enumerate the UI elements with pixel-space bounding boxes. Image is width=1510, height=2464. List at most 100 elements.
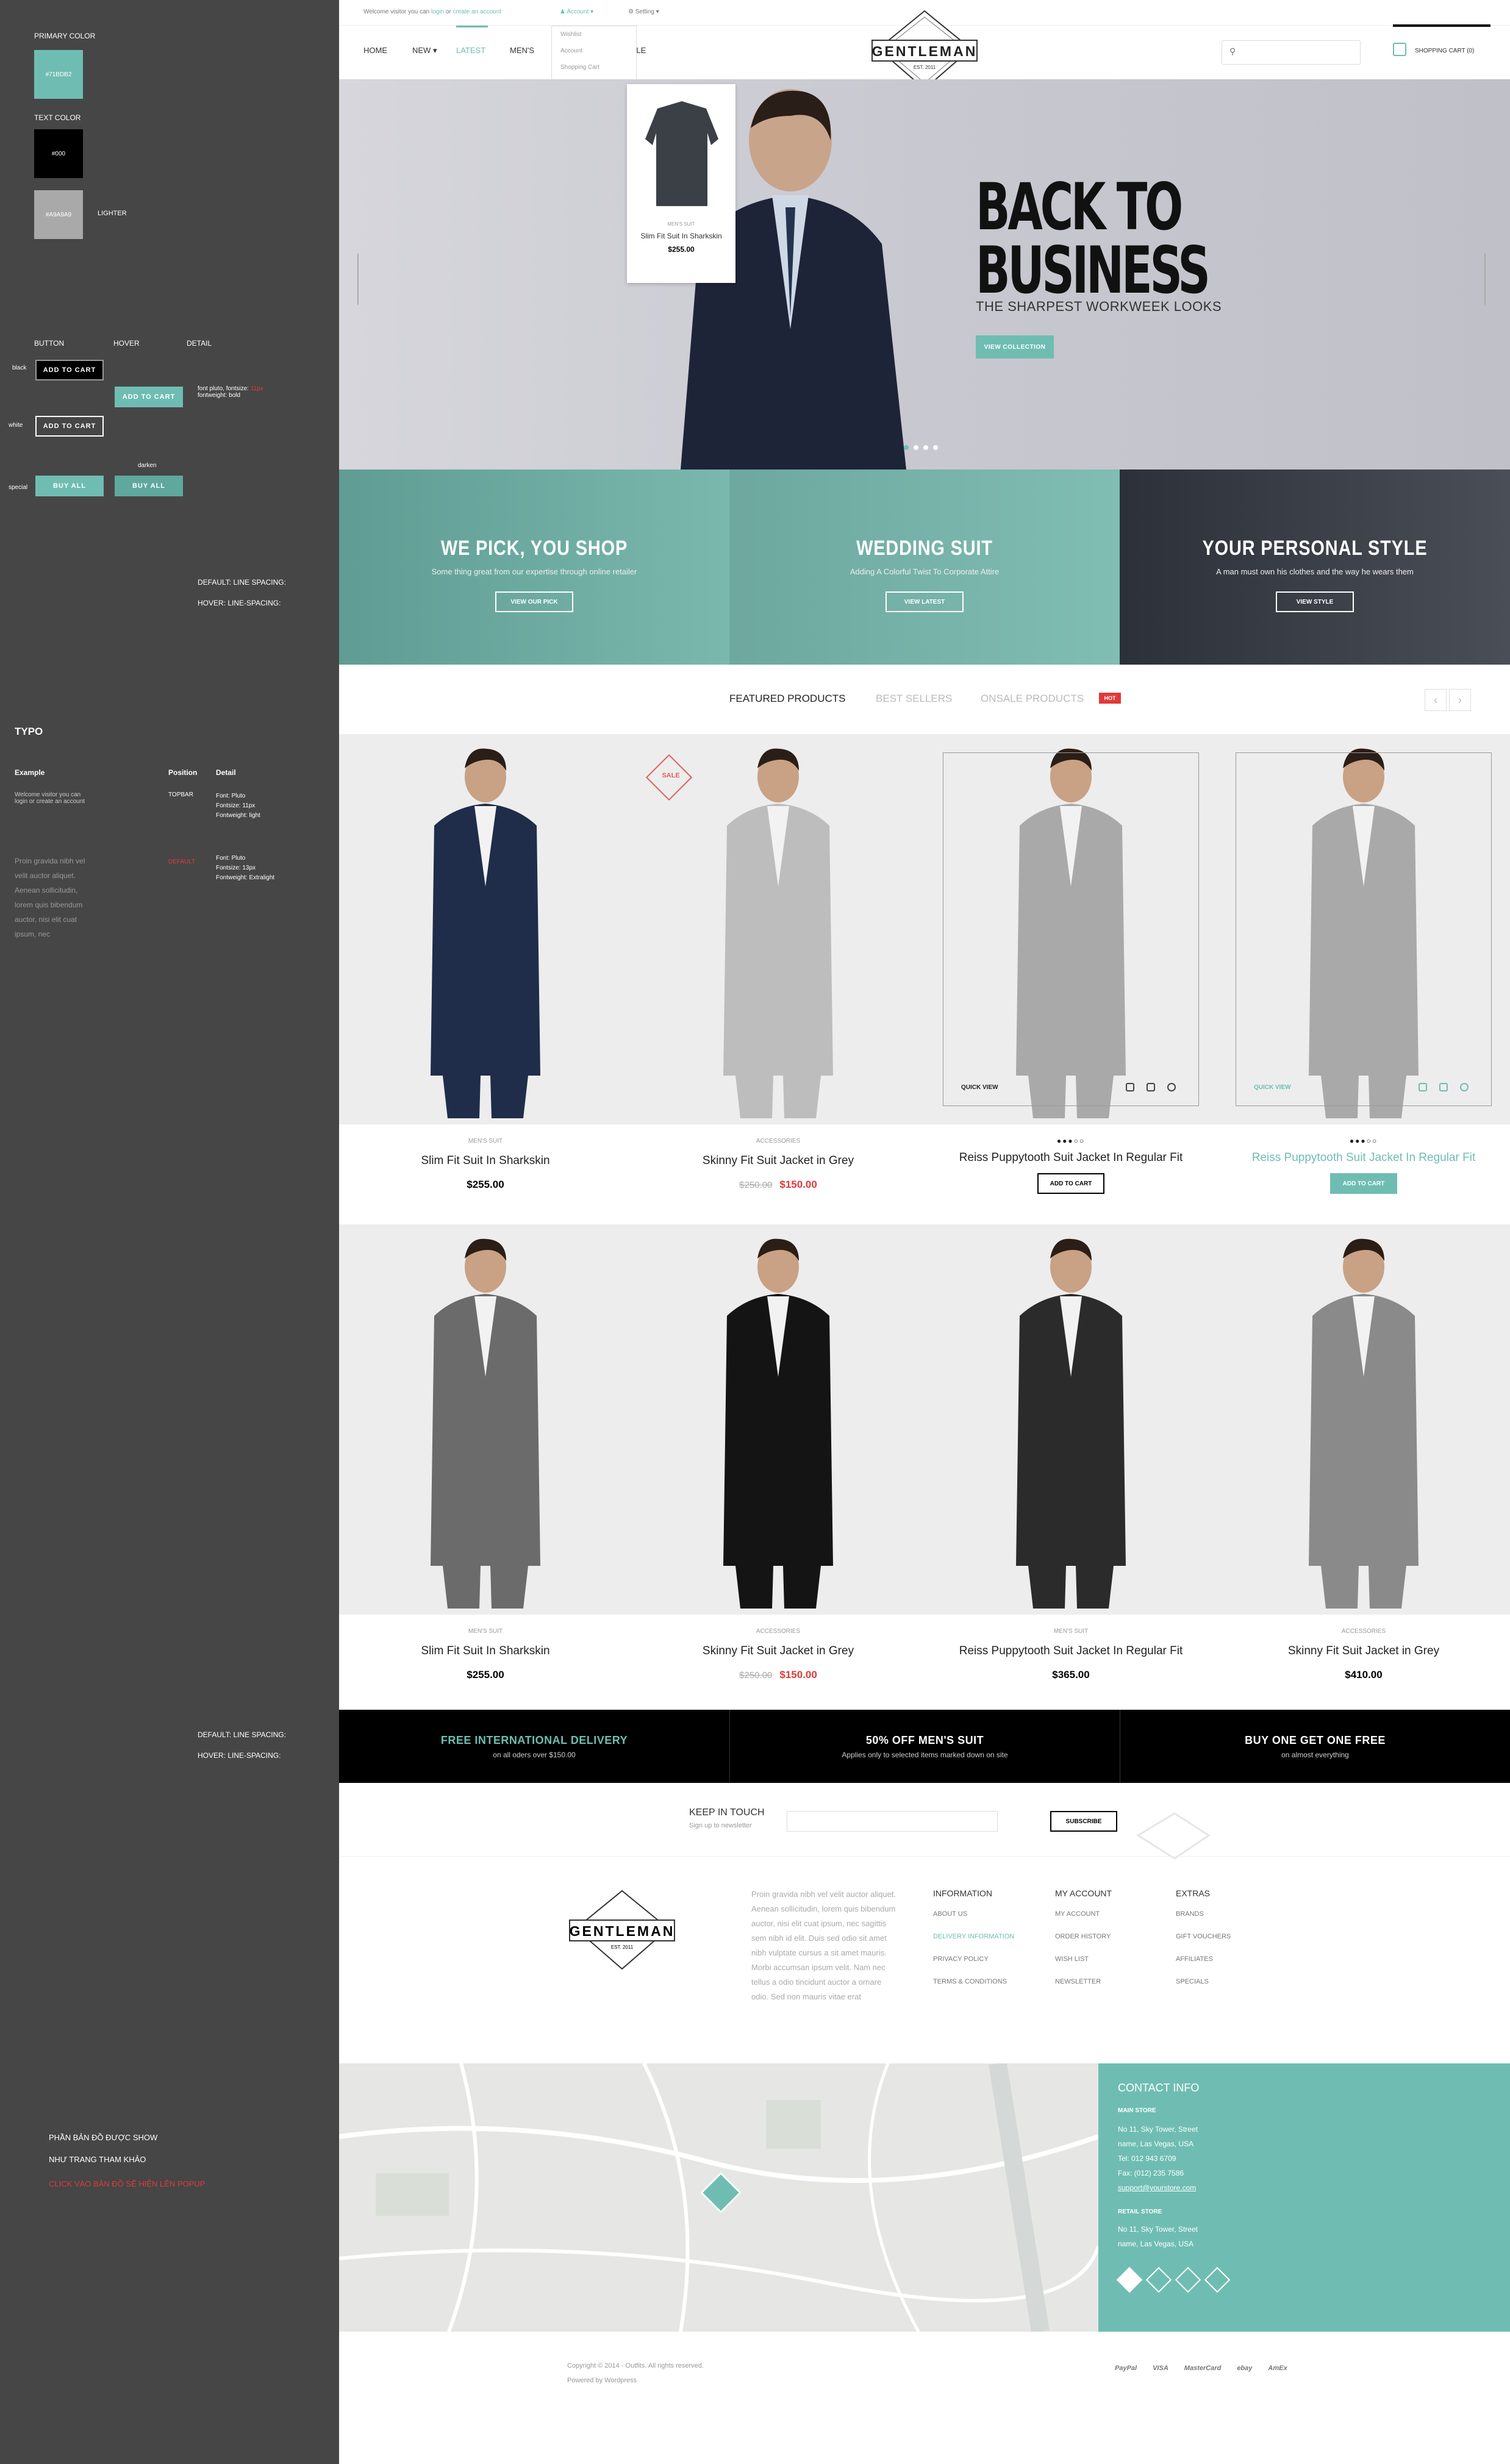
nav-home[interactable]: HOME	[363, 46, 387, 55]
contact-title: CONTACT INFO	[1118, 2082, 1200, 2094]
account-item[interactable]: Account	[552, 43, 636, 59]
promo-bogo[interactable]: BUY ONE GET ONE FREE on almost everything	[1120, 1710, 1510, 1783]
search-icon[interactable]	[1460, 1083, 1469, 1091]
tab-onsale[interactable]: ONSALE PRODUCTS	[981, 693, 1084, 705]
footer-link[interactable]: BRANDS	[1176, 1910, 1231, 1918]
subscribe-button[interactable]: SUBSCRIBE	[1050, 1811, 1117, 1832]
model-figure	[431, 748, 540, 1118]
view-style-button[interactable]: VIEW STYLE	[1276, 591, 1354, 612]
compare-icon[interactable]	[1147, 1083, 1155, 1091]
footer-link[interactable]: SPECIALS	[1176, 1978, 1231, 1985]
product-image[interactable]: QUICK VIEW	[1217, 734, 1510, 1124]
tab-best-sellers[interactable]: BEST SELLERS	[876, 693, 952, 705]
footer-link[interactable]: PRIVACY POLICY	[933, 1955, 1014, 1963]
promo-delivery[interactable]: FREE INTERNATIONAL DELIVERY on all oders …	[339, 1710, 729, 1783]
twitter-icon[interactable]	[1145, 2266, 1172, 2293]
product-image[interactable]	[632, 1224, 925, 1615]
slider-dot[interactable]	[904, 445, 909, 450]
newsletter-email-input[interactable]	[787, 1811, 998, 1832]
login-link[interactable]: login	[431, 9, 444, 15]
special-button-sample[interactable]: BUY ALL	[35, 476, 104, 496]
facebook-icon[interactable]	[1116, 2266, 1143, 2293]
create-account-link[interactable]: create an account	[453, 9, 502, 15]
carousel-next-button[interactable]: ›	[1449, 689, 1471, 711]
wishlist-item[interactable]: Wishlist	[552, 26, 636, 43]
black-button-sample[interactable]: ADD TO CART	[35, 360, 104, 380]
pinterest-icon[interactable]	[1204, 2266, 1231, 2293]
nav-new[interactable]: NEW ▾	[412, 46, 437, 55]
footer-link[interactable]: TERMS & CONDITIONS	[933, 1978, 1014, 1985]
footer-link[interactable]: GIFT VOUCHERS	[1176, 1933, 1231, 1940]
product-name[interactable]: Reiss Puppytooth Suit Jacket In Regular …	[925, 1151, 1217, 1165]
retail-store-label: RETAIL STORE	[1118, 2209, 1162, 2215]
footer-link[interactable]: WISH LIST	[1055, 1955, 1112, 1963]
email-link[interactable]: support@yourstore.com	[1118, 2180, 1198, 2195]
footer-my-account: MY ACCOUNT MY ACCOUNT ORDER HISTORY WISH…	[1055, 1888, 1112, 2001]
view-collection-button[interactable]: VIEW COLLECTION	[976, 335, 1054, 359]
banner-personal-style[interactable]: YOUR PERSONAL STYLE A man must own his c…	[1120, 470, 1510, 665]
product-image[interactable]	[925, 1224, 1217, 1615]
hover-button-sample[interactable]: ADD TO CART	[115, 387, 183, 407]
footer-link[interactable]: MY ACCOUNT	[1055, 1910, 1112, 1918]
newsletter: KEEP IN TOUCH Sign up to newsletter SUBS…	[339, 1805, 1510, 1860]
view-latest-button[interactable]: VIEW LATEST	[886, 591, 964, 612]
shopping-cart-item[interactable]: Shopping Cart	[552, 59, 636, 76]
welcome-text: Welcome visitor you can login or create …	[363, 9, 501, 15]
add-to-cart-button[interactable]: ADD TO CART	[1330, 1173, 1397, 1194]
product-image[interactable]	[339, 734, 632, 1124]
slider-next-arrow[interactable]	[1461, 234, 1486, 305]
quick-view-button[interactable]: QUICK VIEW	[1254, 1084, 1291, 1091]
typo-position-topbar: TOPBAR	[168, 791, 193, 798]
add-to-cart-button[interactable]: ADD TO CART	[1037, 1173, 1104, 1194]
product-name[interactable]: Reiss Puppytooth Suit Jacket In Regular …	[925, 1644, 1217, 1658]
instagram-icon[interactable]	[1175, 2266, 1201, 2293]
account-dropdown[interactable]: ♟ Account ▾	[560, 9, 593, 15]
product-image[interactable]	[1217, 1224, 1510, 1615]
slider-dot[interactable]	[923, 445, 928, 450]
slider-dot[interactable]	[914, 445, 918, 450]
product-name[interactable]: Reiss Puppytooth Suit Jacket In Regular …	[1217, 1151, 1510, 1165]
promo-discount[interactable]: 50% OFF MEN'S SUIT Applies only to select…	[729, 1710, 1120, 1783]
store-map[interactable]	[339, 2063, 1098, 2332]
white-button-sample[interactable]: ADD TO CART	[35, 416, 104, 437]
product-image[interactable]: SALE	[632, 734, 925, 1124]
slider-prev-arrow[interactable]	[357, 234, 382, 305]
product-image[interactable]	[339, 1224, 632, 1615]
address-line: No 11, Sky Tower, Street	[1118, 2125, 1198, 2134]
product-name[interactable]: Slim Fit Suit In Sharkskin	[339, 1644, 632, 1658]
nav-latest[interactable]: LATEST	[456, 46, 485, 55]
footer-link[interactable]: ABOUT US	[933, 1910, 1014, 1918]
quick-view-button[interactable]: QUICK VIEW	[961, 1084, 998, 1091]
sale-price: $150.00	[779, 1669, 817, 1680]
shopping-cart[interactable]: SHOPPING CART (0)	[1393, 24, 1490, 79]
heart-icon[interactable]	[1126, 1083, 1134, 1091]
banner-we-pick[interactable]: WE PICK, YOU SHOP Some thing great from …	[339, 470, 729, 665]
product-image[interactable]: QUICK VIEW	[925, 734, 1217, 1124]
address-line: No 11, Sky Tower, Street	[1118, 2225, 1198, 2234]
banner-wedding-suit[interactable]: WEDDING SUIT Adding A Colorful Twist To …	[729, 470, 1120, 665]
product-name[interactable]: Skinny Fit Suit Jacket in Grey	[632, 1154, 925, 1168]
carousel-prev-button[interactable]: ‹	[1425, 689, 1447, 711]
slider-dot[interactable]	[933, 445, 938, 450]
heart-icon[interactable]	[1419, 1083, 1427, 1091]
compare-icon[interactable]	[1439, 1083, 1448, 1091]
product-name[interactable]: Skinny Fit Suit Jacket in Grey	[1217, 1644, 1510, 1658]
product-name[interactable]: Skinny Fit Suit Jacket in Grey	[632, 1644, 925, 1658]
map-note-red: CLICK VÀO BẢN ĐỒ SẼ HIỆN LÊN POPUP	[49, 2179, 206, 2188]
footer-link[interactable]: NEWSLETTER	[1055, 1978, 1112, 1985]
search-icon[interactable]	[1167, 1083, 1176, 1091]
tab-featured[interactable]: FEATURED PRODUCTS	[729, 693, 845, 705]
product-name[interactable]: Slim Fit Suit In Sharkskin	[339, 1154, 632, 1168]
footer-link[interactable]: ORDER HISTORY	[1055, 1933, 1112, 1940]
setting-dropdown[interactable]: ⚙ Setting ▾	[628, 9, 659, 15]
footer-logo[interactable]: GENTLEMAN EST. 2011	[567, 1890, 677, 1970]
footer-link[interactable]: DELIVERY INFORMATION	[933, 1933, 1014, 1940]
search-input[interactable]: ⚲	[1222, 40, 1361, 65]
bag-icon	[1393, 43, 1406, 56]
logo[interactable]: GENTLEMAN EST. 2011	[870, 10, 979, 90]
product-popup[interactable]: MEN'S SUIT Slim Fit Suit In Sharkskin $2…	[627, 84, 735, 283]
special-darken-sample[interactable]: BUY ALL	[115, 476, 183, 496]
nav-mens[interactable]: MEN'S	[510, 46, 534, 55]
footer-link[interactable]: AFFILIATES	[1176, 1955, 1231, 1963]
view-our-pick-button[interactable]: VIEW OUR PICK	[495, 591, 573, 612]
